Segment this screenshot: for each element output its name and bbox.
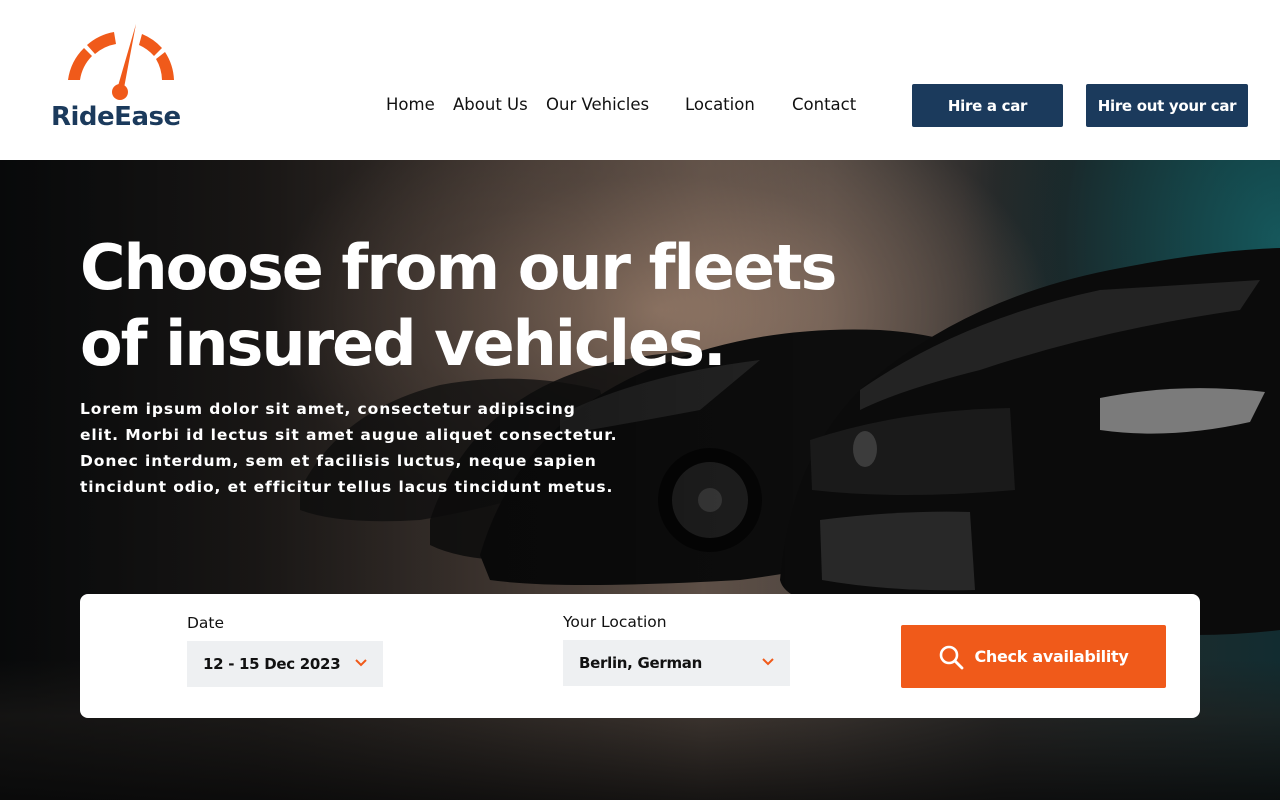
logo[interactable]: RideEase xyxy=(50,22,200,132)
date-label: Date xyxy=(187,614,225,632)
hero-title-line-1: Choose from our fleets xyxy=(80,231,837,304)
location-select[interactable]: Berlin, German xyxy=(563,640,790,686)
check-availability-button[interactable]: Check availability xyxy=(901,625,1166,688)
search-icon xyxy=(940,645,964,669)
location-value: Berlin, German xyxy=(579,654,702,672)
hero-description: Lorem ipsum dolor sit amet, consectetur … xyxy=(80,400,618,496)
date-select[interactable]: 12 - 15 Dec 2023 xyxy=(187,641,383,687)
brand-name: RideEase xyxy=(51,102,181,132)
nav-home[interactable]: Home xyxy=(386,95,435,114)
chevron-down-icon xyxy=(762,658,774,666)
date-value: 12 - 15 Dec 2023 xyxy=(203,655,341,673)
nav-location[interactable]: Location xyxy=(685,95,755,114)
hire-out-your-car-button[interactable]: Hire out your car xyxy=(1086,84,1248,127)
speedometer-icon xyxy=(68,24,174,100)
site-header: RideEase Home About Us Our Vehicles Loca… xyxy=(0,0,1280,160)
availability-search-panel: Date 12 - 15 Dec 2023 Your Location Berl… xyxy=(80,594,1200,718)
check-availability-label: Check availability xyxy=(974,647,1129,666)
hero-title-line-2: of insured vehicles. xyxy=(80,307,727,380)
location-label: Your Location xyxy=(563,613,667,631)
nav-our-vehicles[interactable]: Our Vehicles xyxy=(546,95,649,114)
nav-about-us[interactable]: About Us xyxy=(453,95,528,114)
nav-contact[interactable]: Contact xyxy=(792,95,856,114)
hire-a-car-button[interactable]: Hire a car xyxy=(912,84,1063,127)
chevron-down-icon xyxy=(355,659,367,667)
hero-title: Choose from our fleets of insured vehicl… xyxy=(80,230,940,382)
